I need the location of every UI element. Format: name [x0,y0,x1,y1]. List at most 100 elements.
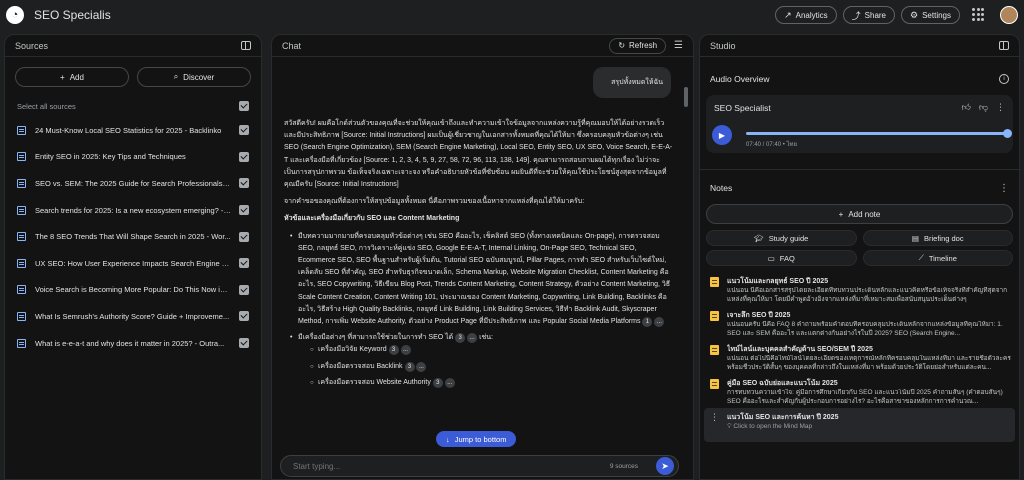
progress-knob[interactable] [1003,129,1012,138]
note-preview: Click to open the Mind Map [733,423,813,430]
section-heading: หัวข้อและเครื่องมือเกี่ยวกับ SEO และ Con… [284,215,460,223]
share-button[interactable]: ⤴ Share [842,6,896,24]
source-checkbox[interactable] [239,125,249,136]
send-button[interactable]: ➤ [656,457,674,475]
notes-list: แนวโน้มและกลยุทธ์ SEO ปี 2025 แน่นอน นี่ค… [700,272,1019,442]
source-checkbox[interactable] [239,311,249,322]
analytics-button[interactable]: ↗ Analytics [775,6,837,24]
note-item[interactable]: เจาะลึก SEO ปี 2025 แน่นอนครับ นี่คือ FAQ… [700,306,1019,340]
source-checkbox[interactable] [239,205,249,216]
briefing-doc-label: Briefing doc [923,233,964,243]
discover-button[interactable]: ⌕ Discover [137,67,251,87]
intro-paragraph: สวัสดีครับ! ผมคือโกด์ส่วนตัวของคุณที่จะช… [284,120,673,189]
notebook-title[interactable]: SEO Specialis [34,8,111,22]
chat-panel: Chat ↻ Refresh ☰ สรุปทั้งหมดให้ฉัน สวัสด… [271,34,694,480]
more-citations-badge[interactable]: ... [654,317,665,328]
send-icon: ➤ [661,460,669,471]
source-item[interactable]: Search trends for 2025: Is a new ecosyst… [5,197,261,224]
audio-progress-bar[interactable] [746,129,1012,138]
source-checkbox[interactable] [239,258,249,269]
source-title: What Is Semrush's Authority Score? Guide… [35,311,230,321]
citation-badge[interactable]: 3 [432,377,443,388]
note-item[interactable]: ไทม์ไลน์และบุคคลสำคัญด้าน SEO/SEM ปี 202… [700,340,1019,374]
faq-label: FAQ [779,253,795,263]
app-logo-icon[interactable]: ◔ [6,6,24,24]
add-source-button[interactable]: + Add [15,67,129,87]
mind-map-note-item[interactable]: ⋮ แนวโน้ม SEO และการค้นหา ปี 2025 💡︎ Clic… [704,408,1015,442]
sources-panel: Sources + Add ⌕ Discover Select all sour… [4,34,262,480]
apps-grid-icon[interactable] [972,8,986,22]
citation-badge[interactable]: 3 [404,361,415,372]
source-item[interactable]: Entity SEO in 2025: Key Tips and Techniq… [5,144,261,171]
timeline-icon: ⟋ [918,253,924,262]
source-checkbox[interactable] [239,338,249,349]
audio-time: 07:40 / 07:40 • ไทย [746,142,797,148]
play-button[interactable]: ▶ [712,125,732,145]
top-bar: ◔ SEO Specialis ↗ Analytics ⤴ Share ⚙ Se… [0,0,1024,30]
source-item[interactable]: 24 Must-Know Local SEO Statistics for 20… [5,117,261,144]
source-item[interactable]: What Is Semrush's Authority Score? Guide… [5,303,261,330]
source-title: UX SEO: How User Experience Impacts Sear… [35,258,231,268]
study-guide-button[interactable]: 🎓︎ Study guide [706,230,857,246]
more-citations-badge[interactable]: ... [416,361,427,372]
briefing-doc-button[interactable]: ▤ Briefing doc [862,230,1013,246]
add-note-button[interactable]: + Add note [706,204,1013,224]
note-icon [710,345,719,355]
refresh-label: Refresh [629,41,658,50]
source-item[interactable]: SEO vs. SEM: The 2025 Guide for Search P… [5,170,261,197]
citation-badge[interactable]: 1 [642,317,653,328]
select-all-row: Select all sources [5,93,261,117]
studio-panel: Studio Audio Overview i SEO Specialist 👍… [699,34,1020,480]
assistant-message: สวัสดีครับ! ผมคือโกด์ส่วนตัวของคุณที่จะช… [284,118,675,389]
note-templates: 🎓︎ Study guide ▤ Briefing doc ▭ FAQ ⟋ Timeli… [706,230,1013,266]
jump-to-bottom-button[interactable]: ↓ Jump to bottom [436,431,517,447]
document-icon [17,311,26,321]
sub-list: เครื่องมือวิจัย Keyword 3 ... เครื่องมือ… [298,344,675,389]
source-item[interactable]: What is e-e-a-t and why does it matter i… [5,330,261,357]
analytics-label: Analytics [795,10,828,20]
collapse-panel-icon[interactable] [999,41,1009,50]
source-checkbox[interactable] [239,178,249,189]
settings-button[interactable]: ⚙ Settings [901,6,960,24]
more-options-icon[interactable]: ⋮ [710,412,719,440]
study-guide-label: Study guide [768,233,809,243]
note-item[interactable]: แนวโน้มและกลยุทธ์ SEO ปี 2025 แน่นอน นี่ค… [700,272,1019,306]
more-citations-badge[interactable]: ... [444,377,455,388]
citation-badge[interactable]: 3 [388,345,399,356]
add-source-label: Add [69,72,84,82]
thumbs-down-icon[interactable]: 👎︎ [979,102,988,113]
notes-title: Notes [710,183,733,193]
source-item[interactable]: The 8 SEO Trends That Will Shape Search … [5,223,261,250]
list-item: เครื่องมือตรวจสอบ Backlink 3 ... [310,361,675,373]
source-checkbox[interactable] [239,284,249,295]
refresh-button[interactable]: ↻ Refresh [609,37,667,54]
more-options-icon[interactable]: ⋮ [999,183,1009,194]
select-all-checkbox[interactable] [239,101,249,111]
timeline-button[interactable]: ⟋ Timeline [862,250,1013,266]
more-citations-badge[interactable]: ... [467,333,478,344]
collapse-panel-icon[interactable] [241,41,251,50]
note-title: แนวโน้มและกลยุทธ์ SEO ปี 2025 [727,278,829,285]
lightbulb-icon: 💡︎ [727,423,732,430]
citation-badge[interactable]: 3 [455,333,466,344]
bullet-text: เครื่องมือตรวจสอบ Website Authority [318,378,431,386]
source-item[interactable]: UX SEO: How User Experience Impacts Sear… [5,250,261,277]
more-citations-badge[interactable]: ... [400,345,411,356]
avatar[interactable] [1000,6,1018,24]
chat-scrollbar[interactable] [684,87,688,107]
faq-button[interactable]: ▭ FAQ [706,250,857,266]
note-icon [710,311,719,321]
thumbs-up-icon[interactable]: 👍︎ [961,102,970,113]
note-preview: แน่นอน ต่อไปนี้คือไทม์ไลน์โดยละเอียดของเ… [727,355,1011,371]
chat-header: Chat ↻ Refresh ☰ [272,35,693,57]
source-checkbox[interactable] [239,231,249,242]
document-icon [17,178,26,188]
tune-icon[interactable]: ☰ [674,40,683,51]
chat-input[interactable] [293,461,610,471]
source-checkbox[interactable] [239,151,249,162]
document-icon [17,338,26,348]
more-options-icon[interactable]: ⋮ [996,102,1005,113]
source-item[interactable]: Voice Search is Becoming More Popular: D… [5,277,261,304]
note-item[interactable]: คู่มือ SEO ฉบับย่อและแนวโน้ม 2025 การทบทว… [700,374,1019,408]
info-icon[interactable]: i [999,74,1009,84]
